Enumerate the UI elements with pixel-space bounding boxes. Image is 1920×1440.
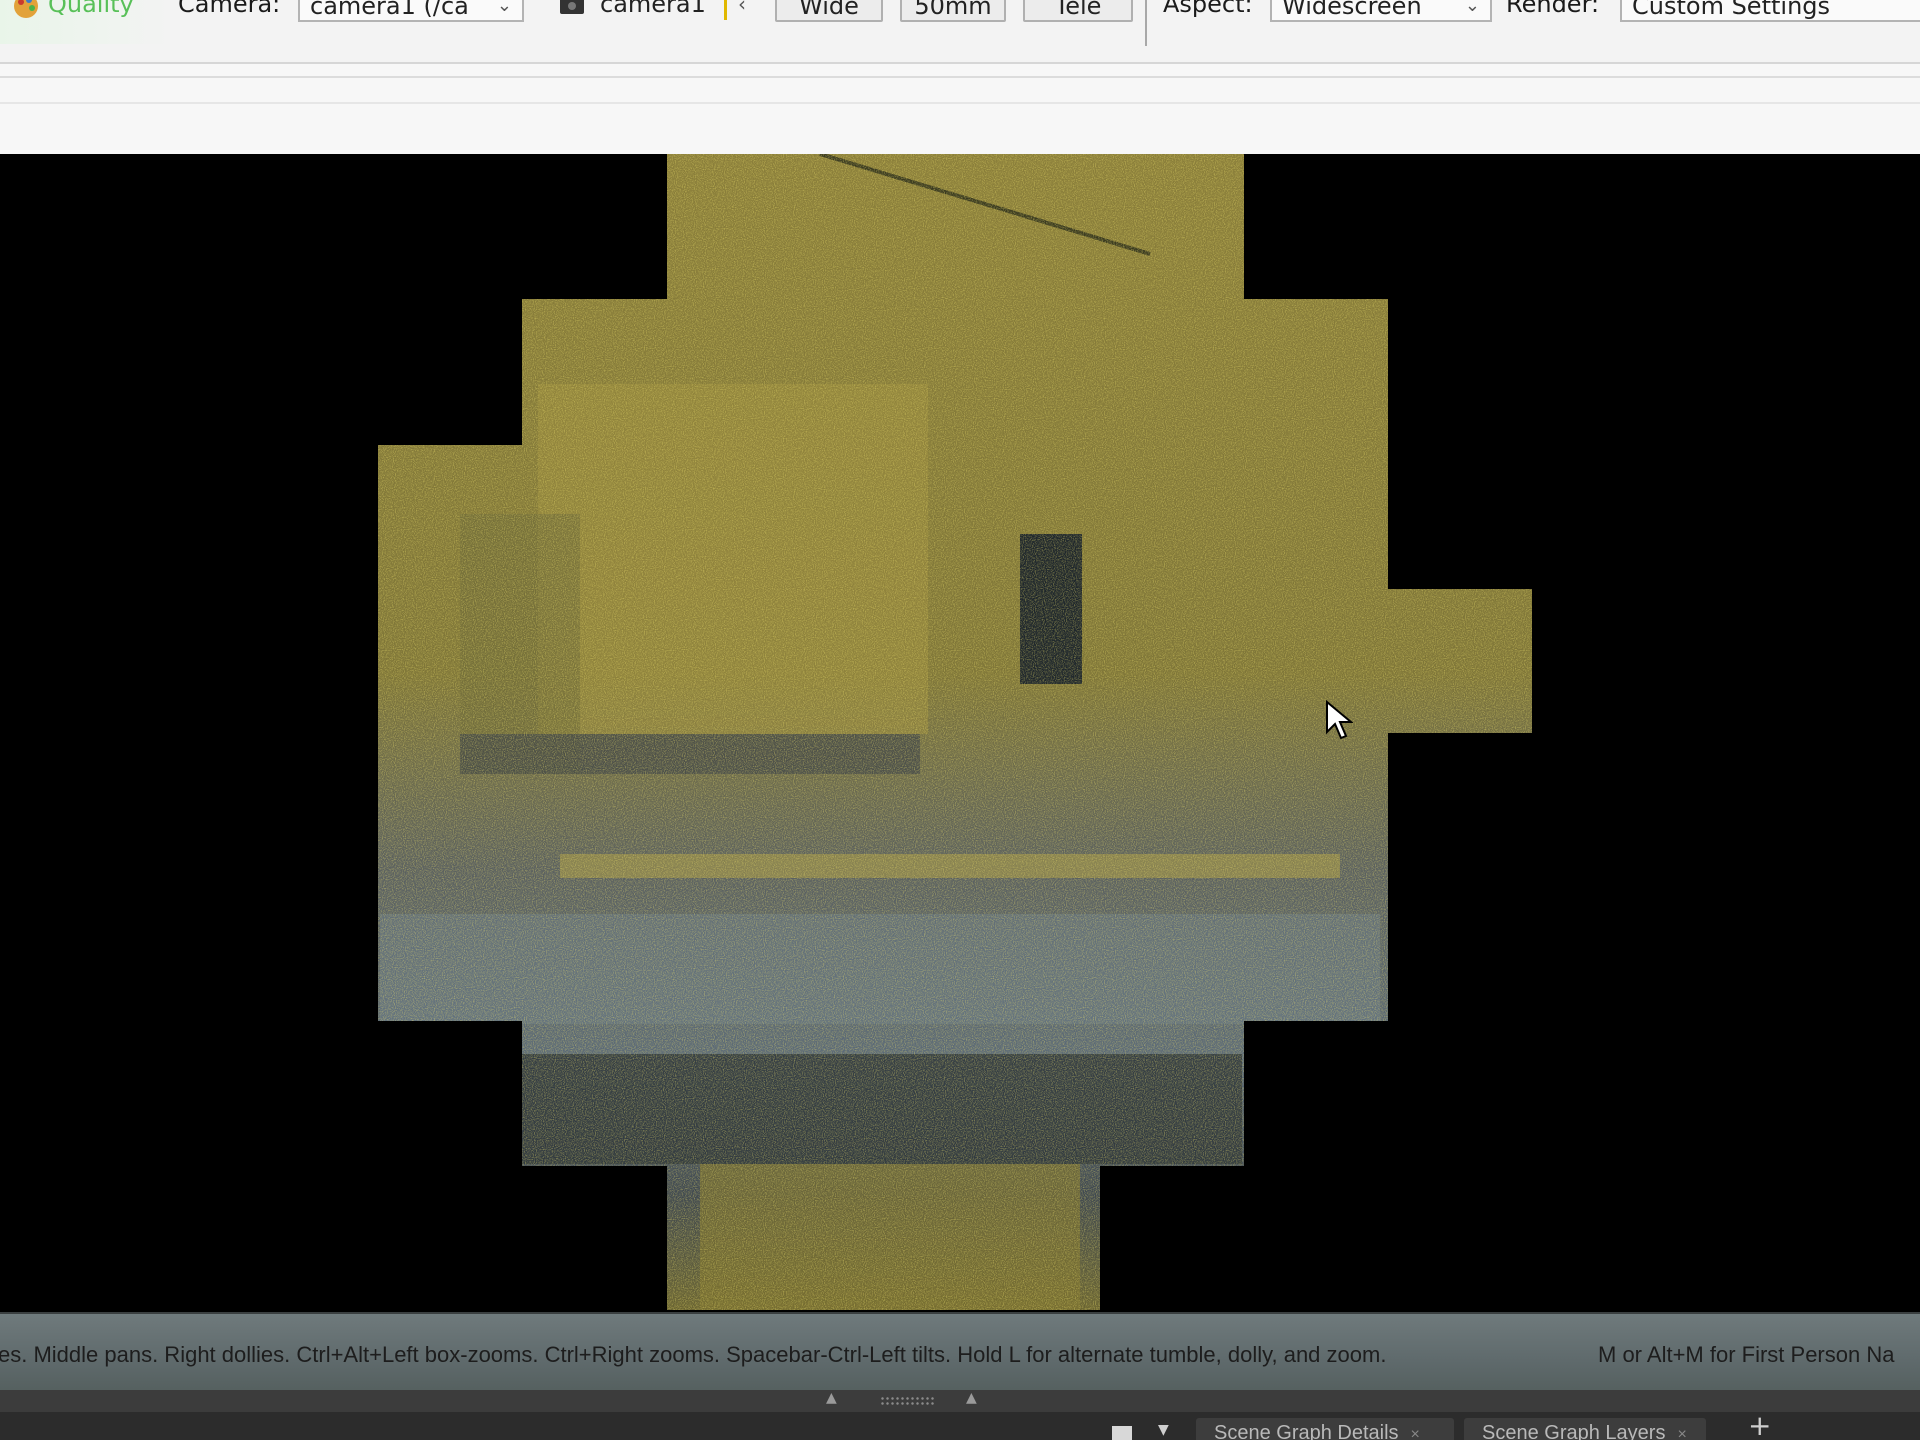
chevron-down-icon: ⌄	[496, 0, 512, 16]
render-dropdown-value: Custom Settings	[1632, 0, 1831, 20]
pane-layout-icon[interactable]	[1112, 1426, 1132, 1440]
pane-splitter[interactable]: ▲ ▲	[0, 1390, 1920, 1412]
arrow-up-icon[interactable]: ▲	[966, 1390, 977, 1406]
close-icon[interactable]: ×	[1411, 1426, 1420, 1440]
render-label: Render:	[1506, 0, 1600, 18]
camera-indicator	[724, 0, 727, 20]
tab-label: Scene Graph Details	[1214, 1422, 1399, 1440]
lens-tele-button[interactable]: Tele	[1023, 0, 1133, 22]
chevron-down-icon: ⌄	[1464, 0, 1480, 16]
tab-scene-graph-details[interactable]: Scene Graph Details ×	[1196, 1418, 1454, 1440]
navigation-hint-text: es. Middle pans. Right dollies. Ctrl+Alt…	[0, 1342, 1387, 1367]
lens-wide-button[interactable]: Wide	[775, 0, 883, 22]
mouse-pointer-icon	[1326, 700, 1353, 740]
render-dropdown[interactable]: Custom Settings	[1620, 0, 1920, 22]
toolbar-divider	[1145, 0, 1147, 46]
quality-label[interactable]: Quality	[48, 0, 134, 22]
tab-scene-graph-layers[interactable]: Scene Graph Layers ×	[1464, 1418, 1706, 1440]
camera-label: Camera:	[178, 0, 281, 18]
camera-dropdown-value: camera1 (/ca	[310, 0, 469, 20]
divider	[0, 102, 1920, 104]
tab-label: Scene Graph Layers	[1482, 1422, 1666, 1440]
active-camera-name: camera1	[600, 0, 706, 18]
chevron-left-icon[interactable]: ‹	[738, 0, 746, 22]
arrow-up-icon[interactable]: ▲	[826, 1390, 837, 1406]
aspect-label: Aspect:	[1163, 0, 1253, 18]
secondary-toolbar-strip	[0, 64, 1920, 154]
viewer-toolbar: Quality Camera: camera1 (/ca ⌄ camera1 ‹…	[0, 0, 1920, 64]
camera-icon[interactable]	[558, 0, 590, 16]
palette-icon[interactable]	[12, 0, 40, 20]
camera-dropdown[interactable]: camera1 (/ca ⌄	[298, 0, 524, 22]
chevron-down-icon[interactable]: ▼	[1158, 1422, 1169, 1438]
plus-icon[interactable]: +	[1748, 1412, 1771, 1440]
navigation-hint-bar: es. Middle pans. Right dollies. Ctrl+Alt…	[0, 1312, 1920, 1392]
bottom-tab-bar: ▼ Scene Graph Details × Scene Graph Layer…	[0, 1412, 1920, 1440]
aspect-dropdown[interactable]: Widescreen ⌄	[1270, 0, 1492, 22]
close-icon[interactable]: ×	[1677, 1426, 1686, 1440]
navigation-hint-text-continued: M or Alt+M for First Person Na	[1598, 1342, 1895, 1367]
splitter-grip[interactable]	[880, 1396, 936, 1406]
lens-50mm-button[interactable]: 50mm	[900, 0, 1006, 22]
divider	[0, 76, 1920, 78]
aspect-dropdown-value: Widescreen	[1282, 0, 1422, 20]
rendered-buckets	[378, 154, 1532, 1310]
viewer-window: Quality Camera: camera1 (/ca ⌄ camera1 ‹…	[0, 0, 1920, 1440]
progressive-render-image	[378, 154, 1532, 1310]
render-viewport[interactable]	[0, 154, 1920, 1310]
